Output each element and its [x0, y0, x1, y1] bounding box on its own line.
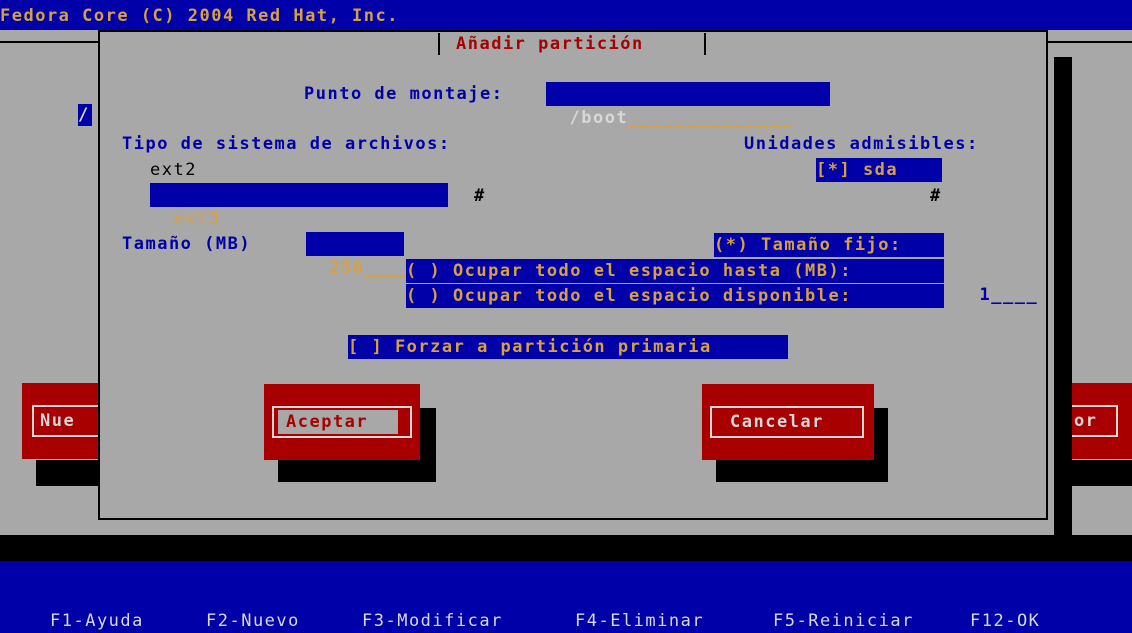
dialog-shadow: [1054, 57, 1072, 537]
size-label: Tamaño (MB): [122, 234, 252, 254]
background-marker: /: [78, 104, 92, 126]
bg-button-shadow-right: [1072, 460, 1132, 486]
fkey-modify[interactable]: F3-Modificar: [362, 609, 503, 633]
mount-point-fill: ______________: [628, 108, 793, 128]
force-primary-checkbox[interactable]: [ ] Forzar a partición primaria: [348, 335, 788, 359]
fkey-help[interactable]: F1-Ayuda: [50, 609, 144, 633]
filesystem-option-ext3[interactable]: ext3: [150, 183, 448, 229]
fill-up-to-radio[interactable]: ( ) Ocupar todo el espacio hasta (MB):: [406, 259, 944, 283]
allowable-drives-label: Unidades admisibles:: [744, 134, 979, 154]
bottom-black-band: [0, 535, 1132, 561]
fill-up-to-value: 1: [979, 285, 992, 305]
size-fill: ____: [364, 258, 412, 278]
filesystem-scroll-marker: #: [474, 186, 486, 206]
fkey-ok[interactable]: F12-OK: [970, 609, 1040, 633]
dialog-title-divider-left: [438, 33, 440, 55]
cancel-button[interactable]: Cancelar: [702, 384, 874, 460]
ok-button-label: Aceptar: [278, 410, 398, 434]
filesystem-option-ext2[interactable]: ext2: [150, 158, 197, 182]
mount-point-label: Punto de montaje:: [304, 84, 504, 104]
drive-sda-checkbox[interactable]: [*] sda: [816, 158, 942, 182]
fixed-size-radio[interactable]: (*) Tamaño fijo:: [714, 233, 944, 257]
mount-point-input[interactable]: /boot______________: [546, 82, 830, 128]
bg-button-left[interactable]: Nue: [22, 383, 102, 459]
fill-all-space-radio[interactable]: ( ) Ocupar todo el espacio disponible:: [406, 284, 944, 308]
drives-scroll-marker: #: [930, 186, 942, 206]
fill-up-to-fill: ____: [991, 285, 1039, 305]
bg-button-left-label: Nue: [40, 411, 76, 431]
installer-title: Fedora Core (C) 2004 Red Hat, Inc.: [0, 6, 399, 26]
cancel-button-label: Cancelar: [730, 412, 824, 432]
bg-button-right-label: or: [1074, 411, 1098, 431]
bg-button-right[interactable]: or: [1068, 383, 1132, 459]
bg-button-shadow-left: [36, 460, 98, 486]
mount-point-value: /boot: [569, 108, 629, 128]
dialog-title: Añadir partición: [456, 34, 644, 54]
fkey-reset[interactable]: F5-Reiniciar: [773, 609, 914, 633]
ok-button[interactable]: Aceptar: [264, 384, 420, 460]
dialog-title-divider-right: [704, 33, 706, 55]
filesystem-type-label: Tipo de sistema de archivos:: [122, 134, 451, 154]
fkey-delete[interactable]: F4-Eliminar: [575, 609, 704, 633]
size-input[interactable]: 256____: [306, 232, 410, 278]
size-value: 256: [329, 258, 365, 278]
fill-up-to-input[interactable]: 1____: [956, 259, 1038, 307]
filesystem-option-ext3-label: ext3: [173, 209, 221, 229]
fkey-new[interactable]: F2-Nuevo: [206, 609, 300, 633]
